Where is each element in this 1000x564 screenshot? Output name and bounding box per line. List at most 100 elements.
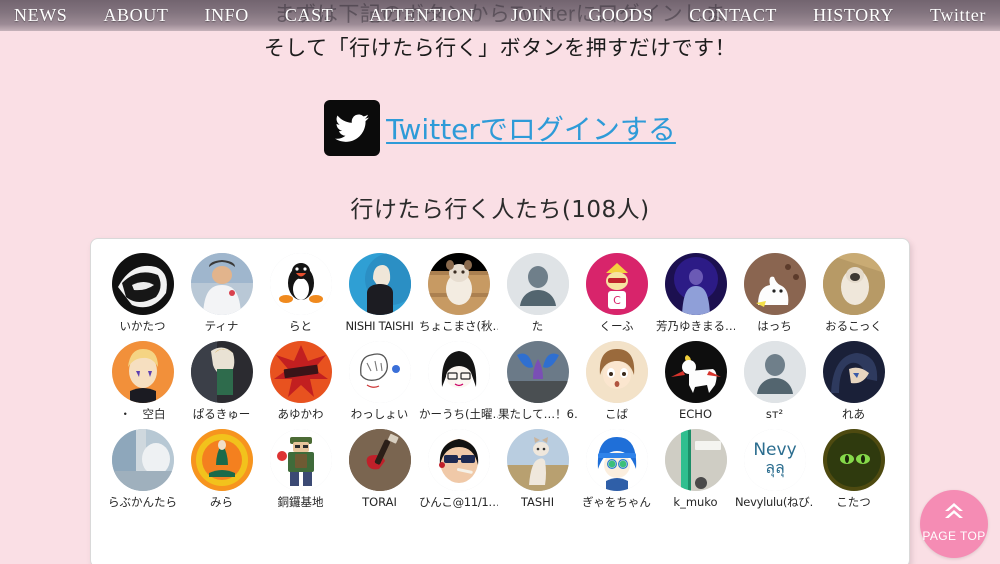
nav-item-history[interactable]: HISTORY	[807, 5, 900, 26]
attendee-name: いかたつ	[119, 320, 166, 333]
attendee-item[interactable]: おるこっく	[814, 253, 893, 333]
attendee-name: ひんこ@11/1…	[419, 496, 498, 509]
svg-text:ลุลุ: ลุลุ	[765, 458, 785, 478]
attendee-item[interactable]: れあ	[814, 341, 893, 421]
attendee-item[interactable]: らと	[261, 253, 340, 333]
attendee-item[interactable]: らぶかんたら	[103, 429, 182, 509]
attendee-item[interactable]: 果たして…！6…	[498, 341, 577, 421]
attendee-item[interactable]: C くーふ	[577, 253, 656, 333]
avatar[interactable]	[348, 253, 411, 315]
avatar[interactable]	[822, 429, 885, 491]
attendee-item[interactable]: ちょこまさ(秋…	[419, 253, 498, 333]
avatar[interactable]	[664, 253, 727, 315]
top-navigation-bar: NEWS ABOUT INFO CAST ATTENTION JOIN GOOD…	[0, 0, 1000, 31]
avatar[interactable]	[269, 429, 332, 491]
twitter-login-link[interactable]: Twitterでログインする	[386, 108, 676, 148]
attendee-item[interactable]: た	[498, 253, 577, 333]
avatar[interactable]	[427, 429, 490, 491]
attendee-name: ティナ	[204, 320, 239, 333]
avatar[interactable]	[427, 341, 490, 403]
svg-text:Nevy: Nevy	[753, 440, 796, 460]
avatar[interactable]	[269, 253, 332, 315]
attendee-name: みら	[210, 496, 233, 509]
attendee-item[interactable]: こたつ	[814, 429, 893, 509]
avatar[interactable]	[664, 341, 727, 403]
avatar[interactable]	[111, 341, 174, 403]
avatar[interactable]	[506, 429, 569, 491]
attendee-item[interactable]: ECHO	[656, 341, 735, 421]
attendee-name: れあ	[842, 408, 865, 421]
avatar-row: ・ 空白 ぱるきゅー あゆかわ わっしょい かーうち(土曜… 果たして…！6… こば ECHO…	[103, 341, 897, 421]
attendee-name: あゆかわ	[277, 408, 324, 421]
attendee-item[interactable]: k_muko	[656, 429, 735, 509]
avatar[interactable]	[269, 341, 332, 403]
attendee-name: ECHO	[679, 408, 712, 421]
avatar[interactable]	[664, 429, 727, 491]
nav-list: NEWS ABOUT INFO CAST ATTENTION JOIN GOOD…	[0, 5, 1000, 26]
nav-item-twitter[interactable]: Twitter	[924, 5, 992, 26]
nav-item-join[interactable]: JOIN	[505, 5, 558, 26]
attendee-name: 果たして…！6…	[498, 408, 577, 421]
avatar[interactable]	[190, 341, 253, 403]
attendee-name: こば	[605, 408, 628, 421]
attendee-name: ちょこまさ(秋…	[419, 320, 498, 333]
attendee-name: TORAI	[362, 496, 397, 509]
avatar[interactable]	[743, 341, 806, 403]
avatar[interactable]: C	[585, 253, 648, 315]
attendee-item[interactable]: ぎゃをちゃん	[577, 429, 656, 509]
attendee-item[interactable]: ぱるきゅー	[182, 341, 261, 421]
avatar[interactable]	[111, 253, 174, 315]
nav-item-news[interactable]: NEWS	[8, 5, 73, 26]
avatar[interactable]	[506, 341, 569, 403]
avatar[interactable]	[190, 429, 253, 491]
attendee-item[interactable]: わっしょい	[340, 341, 419, 421]
attendee-item[interactable]: ・ 空白	[103, 341, 182, 421]
avatar-row: らぶかんたら みら 銅鑼基地 TORAI ひんこ@11/1… TASHI ぎゃをちゃん k_m…	[103, 429, 897, 509]
attendee-name: TASHI	[520, 496, 555, 509]
nav-item-goods[interactable]: GOODS	[582, 5, 659, 26]
attendee-item[interactable]: Nevy ลุลุ Nevylulu(ねび…	[735, 429, 814, 509]
attendee-item[interactable]: みら	[182, 429, 261, 509]
avatar[interactable]	[822, 253, 885, 315]
attendee-name: k_muko	[673, 496, 718, 509]
avatar[interactable]	[190, 253, 253, 315]
avatar[interactable]	[427, 253, 490, 315]
attendee-grid: いかたつ ティナ らと NISHI TAISHI ちょこまさ(秋… た C くーふ 芳乃ゆきまる…	[91, 239, 909, 509]
avatar[interactable]	[585, 429, 648, 491]
attendee-item[interactable]: こば	[577, 341, 656, 421]
attendee-item[interactable]: sᴛ²	[735, 341, 814, 421]
attendee-item[interactable]: ティナ	[182, 253, 261, 333]
avatar-row: いかたつ ティナ らと NISHI TAISHI ちょこまさ(秋… た C くーふ 芳乃ゆきまる…	[103, 253, 897, 333]
page-top-button[interactable]: PAGE TOP	[920, 490, 988, 558]
attendee-item[interactable]: はっち	[735, 253, 814, 333]
avatar[interactable]	[822, 341, 885, 403]
attendee-item[interactable]: 芳乃ゆきまる…	[656, 253, 735, 333]
nav-item-attention[interactable]: ATTENTION	[363, 5, 480, 26]
attendee-item[interactable]: 銅鑼基地	[261, 429, 340, 509]
attendee-name: Nevylulu(ねび…	[735, 496, 814, 509]
attendee-list-heading: 行けたら行く人たち(108人)	[350, 197, 650, 223]
attendee-item[interactable]: ひんこ@11/1…	[419, 429, 498, 509]
nav-item-contact[interactable]: CONTACT	[683, 5, 783, 26]
avatar[interactable]: Nevy ลุลุ	[743, 429, 806, 491]
avatar[interactable]	[585, 341, 648, 403]
nav-item-cast[interactable]: CAST	[279, 5, 339, 26]
avatar[interactable]	[348, 429, 411, 491]
attendee-name: ぎゃをちゃん	[582, 496, 651, 509]
avatar[interactable]	[506, 253, 569, 315]
twitter-bird-icon	[324, 100, 381, 156]
attendee-item[interactable]: TORAI	[340, 429, 419, 509]
announcement-line-2: そして「行けたら行く」ボタンを押すだけです！	[263, 37, 737, 60]
avatar[interactable]	[111, 429, 174, 491]
attendee-item[interactable]: いかたつ	[103, 253, 182, 333]
nav-item-info[interactable]: INFO	[198, 5, 254, 26]
nav-item-about[interactable]: ABOUT	[97, 5, 174, 26]
twitter-login-block: Twitterでログインする	[0, 100, 1000, 156]
avatar[interactable]	[743, 253, 806, 315]
attendee-item[interactable]: TASHI	[498, 429, 577, 509]
attendee-item[interactable]: あゆかわ	[261, 341, 340, 421]
attendee-item[interactable]: NISHI TAISHI	[340, 253, 419, 333]
attendee-name: NISHI TAISHI	[345, 320, 414, 333]
attendee-item[interactable]: かーうち(土曜…	[419, 341, 498, 421]
avatar[interactable]	[348, 341, 411, 403]
